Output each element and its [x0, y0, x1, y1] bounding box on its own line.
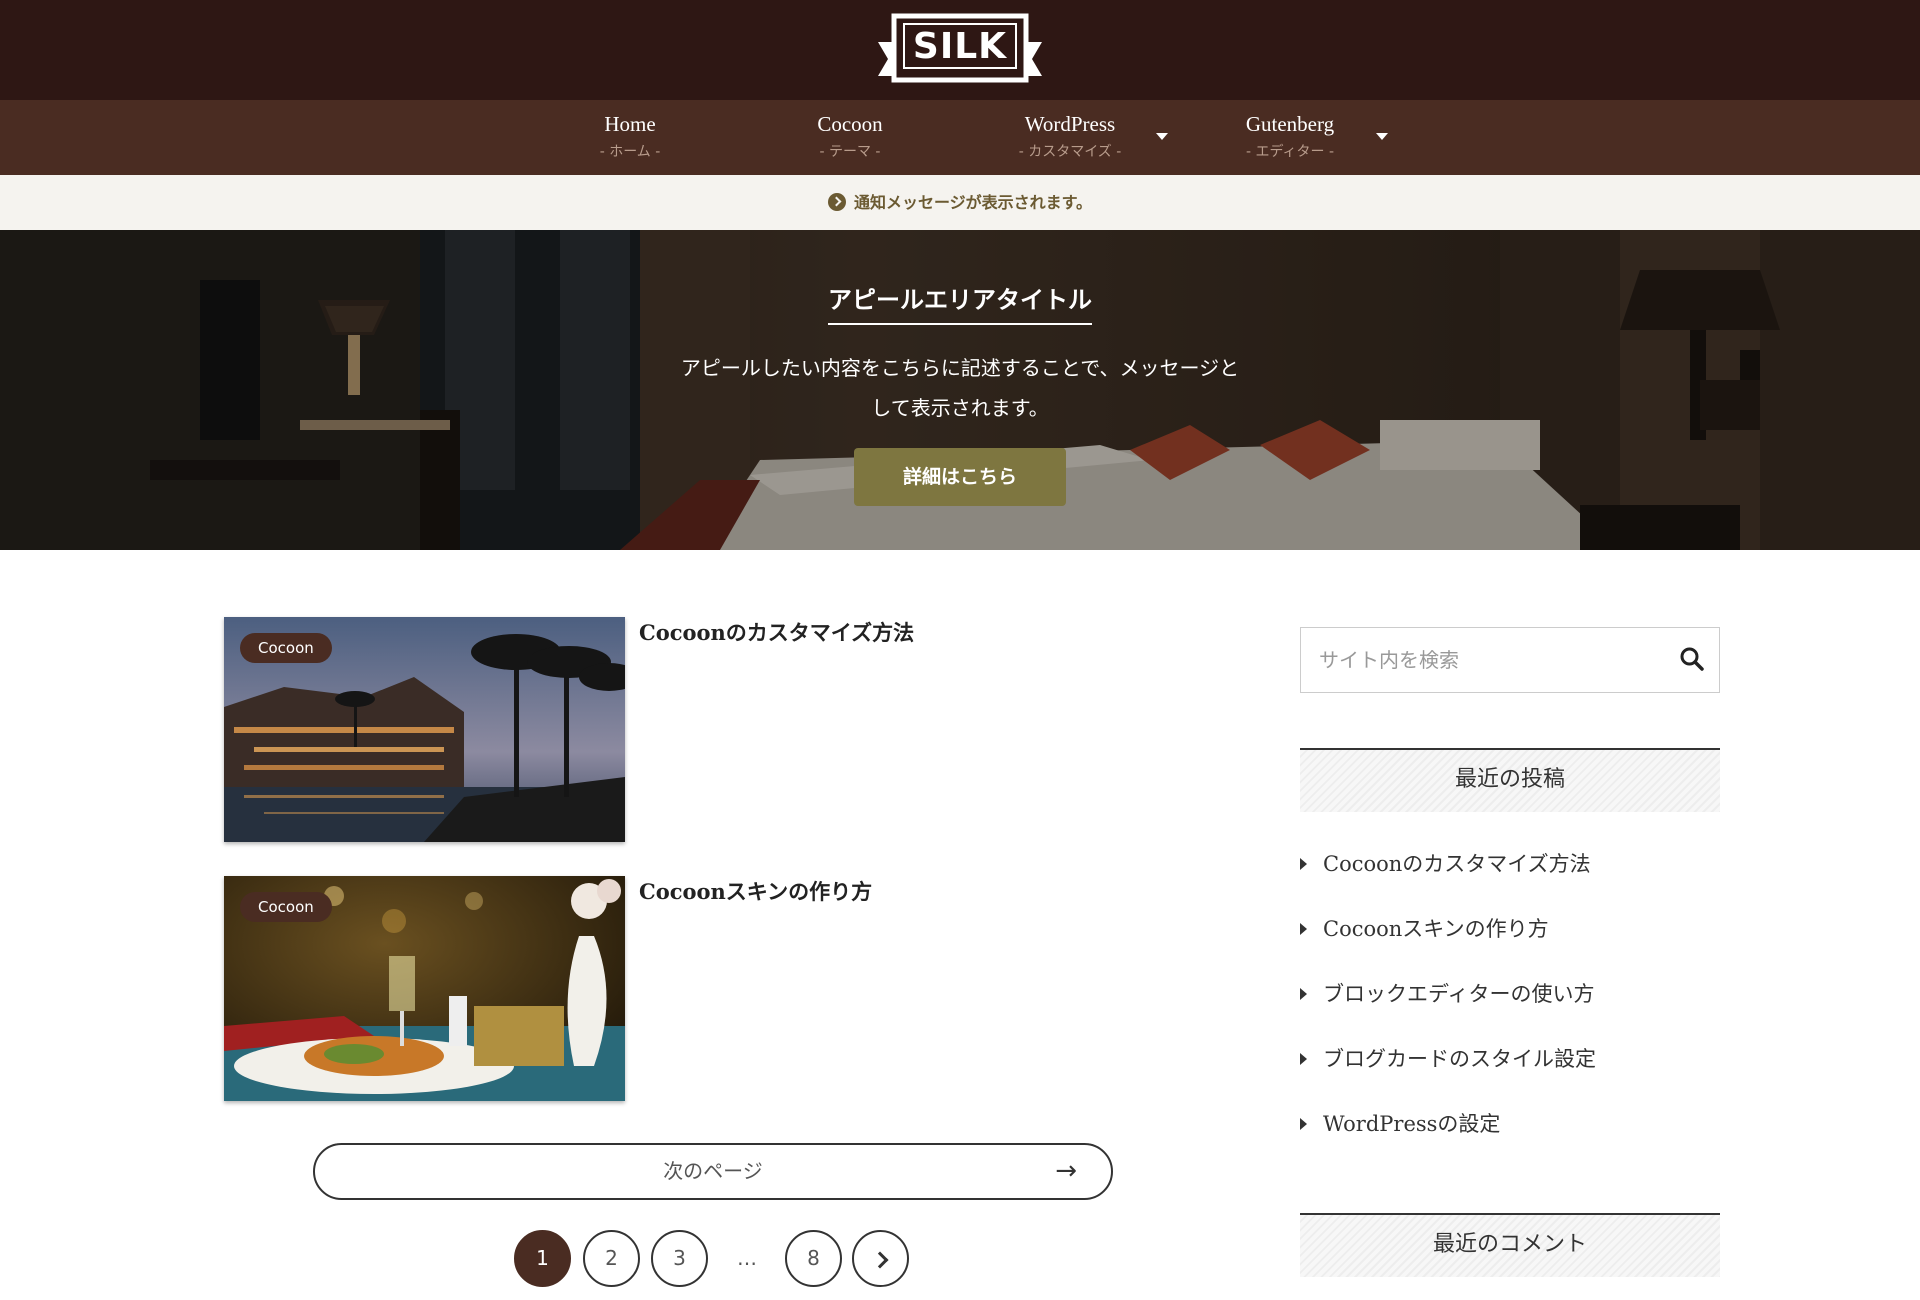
- appeal-message-line: アピールしたい内容をこちらに記述することで、メッセージと: [680, 356, 1240, 380]
- nav-item-cocoon[interactable]: Cocoon - テーマ -: [780, 100, 920, 175]
- recent-post-link[interactable]: ブログカードのスタイル設定: [1300, 1039, 1720, 1079]
- post-title[interactable]: Cocoonのカスタマイズ方法: [639, 617, 914, 647]
- nav-item-label: WordPress: [1024, 112, 1116, 136]
- search-icon[interactable]: [1679, 646, 1705, 672]
- next-page-label: 次のページ: [663, 1159, 763, 1183]
- recent-post-label: WordPressの設定: [1323, 1112, 1501, 1136]
- category-label[interactable]: Cocoon: [240, 892, 332, 922]
- caret-right-icon: [1300, 1118, 1307, 1130]
- recent-post-label: ブロックエディターの使い方: [1323, 982, 1595, 1006]
- recent-post-link[interactable]: Cocoonのカスタマイズ方法: [1300, 844, 1720, 884]
- recent-post-link[interactable]: Cocoonスキンの作り方: [1300, 909, 1720, 949]
- search-input[interactable]: [1301, 628, 1661, 692]
- pagination-page-last[interactable]: 8: [785, 1230, 842, 1287]
- category-label[interactable]: Cocoon: [240, 633, 332, 663]
- chevron-down-icon[interactable]: [1376, 133, 1388, 140]
- appeal-details-button[interactable]: 詳細はこちら: [854, 448, 1066, 506]
- appeal-area: アピールエリアタイトル アピールしたい内容をこちらに記述することで、メッセージと…: [0, 230, 1920, 550]
- pagination-next-button[interactable]: [852, 1230, 909, 1287]
- appeal-title-text: アピールエリアタイトル: [828, 280, 1092, 325]
- recent-posts-title: 最近の投稿: [1300, 748, 1720, 812]
- pagination-ellipsis: …: [737, 1246, 757, 1270]
- appeal-title: アピールエリアタイトル: [0, 280, 1920, 325]
- nav-item-gutenberg[interactable]: Gutenberg - エディター -: [1220, 100, 1360, 175]
- arrow-circle-icon: [827, 193, 846, 211]
- recent-post-label: Cocoonスキンの作り方: [1323, 917, 1549, 941]
- caret-right-icon: [1300, 923, 1307, 935]
- recent-post-label: ブログカードのスタイル設定: [1323, 1047, 1596, 1071]
- recent-post-link[interactable]: ブロックエディターの使い方: [1300, 974, 1720, 1014]
- caret-right-icon: [1300, 858, 1307, 870]
- global-nav: Home - ホーム - Cocoon - テーマ - WordPress - …: [0, 100, 1920, 175]
- notice-text: 通知メッセージが表示されます。: [853, 193, 1093, 212]
- caret-right-icon: [1300, 988, 1307, 1000]
- post-card[interactable]: Cocoon Cocoonスキンの作り方: [224, 876, 872, 1102]
- post-thumbnail[interactable]: Cocoon: [224, 876, 625, 1101]
- nav-item-label: Gutenberg: [1245, 112, 1335, 136]
- nav-item-sublabel: - エディター -: [1245, 144, 1335, 160]
- nav-item-home[interactable]: Home - ホーム -: [560, 100, 700, 175]
- nav-item-label: Home: [604, 112, 656, 136]
- site-header: SILK: [0, 0, 1920, 100]
- post-title[interactable]: Cocoonスキンの作り方: [639, 876, 872, 906]
- logo-text: SILK: [912, 26, 1008, 67]
- appeal-message-line: して表示されます。: [871, 396, 1049, 420]
- appeal-message: アピールしたい内容をこちらに記述することで、メッセージと して表示されます。: [640, 348, 1280, 428]
- nav-item-label: Cocoon: [817, 112, 883, 136]
- chevron-down-icon[interactable]: [1156, 133, 1168, 140]
- recent-comments-title: 最近のコメント: [1300, 1213, 1720, 1277]
- caret-right-icon: [1300, 1053, 1307, 1065]
- nav-item-sublabel: - ホーム -: [599, 144, 661, 160]
- post-thumbnail[interactable]: Cocoon: [224, 617, 625, 842]
- recent-post-link[interactable]: WordPressの設定: [1300, 1104, 1720, 1144]
- nav-item-wordpress[interactable]: WordPress - カスタマイズ -: [1000, 100, 1140, 175]
- pagination-page[interactable]: 2: [583, 1230, 640, 1287]
- next-page-button[interactable]: 次のページ →: [313, 1143, 1113, 1200]
- recent-post-label: Cocoonのカスタマイズ方法: [1323, 852, 1591, 876]
- nav-item-sublabel: - カスタマイズ -: [1018, 144, 1122, 160]
- sidebar-search: [1300, 627, 1720, 693]
- arrow-right-icon: →: [1055, 1156, 1077, 1186]
- pagination-page[interactable]: 3: [651, 1230, 708, 1287]
- nav-item-sublabel: - テーマ -: [819, 144, 881, 160]
- site-logo[interactable]: SILK: [876, 12, 1044, 88]
- pagination-page-current[interactable]: 1: [514, 1230, 571, 1287]
- post-card[interactable]: Cocoon Cocoonのカスタマイズ方法: [224, 617, 914, 843]
- notice-bar[interactable]: 通知メッセージが表示されます。: [0, 175, 1920, 230]
